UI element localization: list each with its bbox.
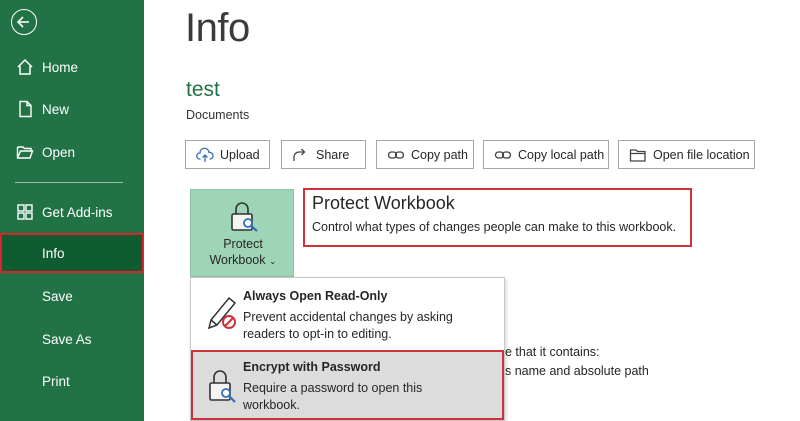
new-document-icon	[19, 100, 32, 118]
menu-item-encrypt-with-password[interactable]: Encrypt with Password Require a password…	[191, 350, 504, 420]
share-label: Share	[316, 147, 350, 162]
backstage-sidebar: Home New Open Get Add-ins Info Save Save…	[0, 0, 144, 421]
protect-tile-label: Protect	[223, 237, 263, 251]
link-icon	[387, 150, 405, 159]
properties-text-partial: e that it contains:	[505, 345, 600, 359]
folder-open-icon	[16, 146, 34, 159]
menu-item-title: Encrypt with Password	[243, 360, 381, 374]
upload-icon	[196, 147, 214, 162]
sidebar-item-print[interactable]: Print	[0, 361, 144, 401]
share-button[interactable]: Share	[281, 140, 366, 169]
open-file-location-label: Open file location	[653, 147, 750, 162]
open-file-location-button[interactable]: Open file location	[618, 140, 755, 169]
menu-item-description-2: workbook.	[243, 398, 300, 412]
add-ins-icon	[17, 204, 33, 220]
properties-text-partial-2: s name and absolute path	[505, 364, 649, 378]
sidebar-item-label: Info	[42, 245, 65, 261]
menu-item-always-open-read-only[interactable]: Always Open Read-Only Prevent accidental…	[191, 278, 504, 350]
protect-workbook-description: Control what types of changes people can…	[312, 220, 677, 234]
page-title: Info	[185, 6, 250, 50]
sidebar-item-label: Open	[42, 144, 76, 160]
sidebar-item-new[interactable]: New	[0, 89, 144, 129]
sidebar-item-get-add-ins[interactable]: Get Add-ins	[0, 192, 144, 232]
chevron-down-icon: ⌄	[268, 256, 277, 266]
copy-local-path-button[interactable]: Copy local path	[483, 140, 609, 169]
protect-workbook-heading: Protect Workbook	[312, 193, 455, 213]
protect-tile-label-2: Workbook ⌄	[209, 253, 277, 267]
folder-icon	[629, 148, 646, 162]
sidebar-item-label: Home	[42, 59, 79, 75]
sidebar-item-open[interactable]: Open	[0, 132, 144, 172]
sidebar-item-label: New	[42, 101, 70, 117]
copy-local-path-label: Copy local path	[518, 147, 605, 162]
protect-workbook-menu: Always Open Read-Only Prevent accidental…	[190, 277, 505, 421]
sidebar-item-label: Get Add-ins	[42, 204, 113, 220]
copy-path-button[interactable]: Copy path	[376, 140, 474, 169]
menu-item-description-2: readers to opt-in to editing.	[243, 327, 392, 341]
share-icon	[293, 148, 306, 161]
sidebar-item-label: Save As	[42, 331, 92, 347]
sidebar-item-label: Save	[42, 288, 73, 304]
menu-item-description: Prevent accidental changes by asking	[243, 310, 453, 324]
lock-key-icon	[231, 202, 258, 232]
back-button[interactable]	[11, 9, 37, 35]
sidebar-item-info[interactable]: Info	[0, 233, 144, 273]
back-arrow-icon	[16, 16, 29, 28]
upload-label: Upload	[220, 147, 260, 162]
file-location: Documents	[186, 108, 250, 122]
home-icon	[17, 58, 33, 75]
upload-button[interactable]: Upload	[185, 140, 270, 169]
menu-item-title: Always Open Read-Only	[243, 289, 388, 303]
protect-workbook-button[interactable]: Protect Workbook ⌄	[190, 189, 294, 277]
menu-item-description: Require a password to open this	[243, 381, 423, 395]
sidebar-item-label: Print	[42, 373, 70, 389]
sidebar-divider	[15, 182, 123, 183]
pencil-no-edit-icon	[207, 296, 237, 330]
sidebar-item-home[interactable]: Home	[0, 47, 144, 87]
copy-path-label: Copy path	[411, 147, 468, 162]
file-name: test	[186, 78, 220, 101]
lock-key-icon	[209, 370, 236, 403]
sidebar-item-save-as[interactable]: Save As	[0, 319, 144, 359]
sidebar-item-save[interactable]: Save	[0, 276, 144, 316]
link-icon	[494, 150, 512, 159]
